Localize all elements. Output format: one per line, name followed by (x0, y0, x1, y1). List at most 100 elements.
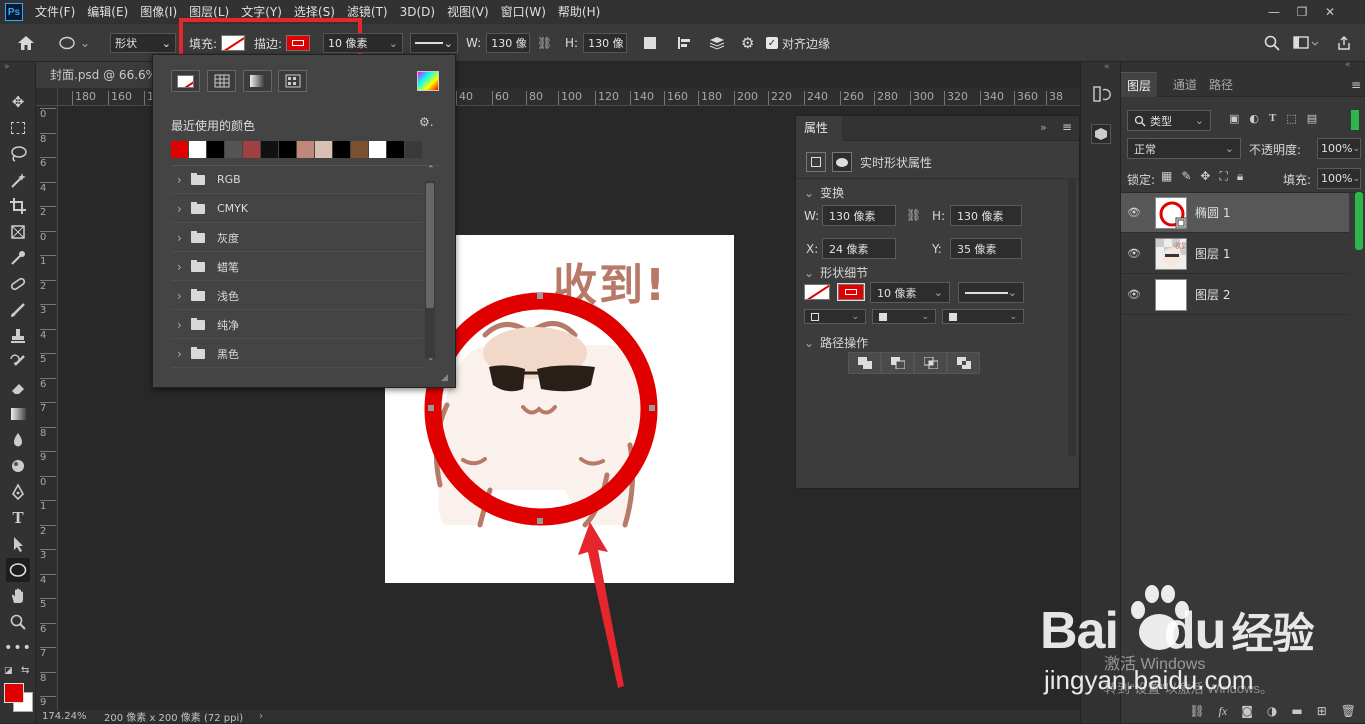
trash-icon[interactable]: 🗑︎ (1341, 704, 1356, 718)
layer-filter-select[interactable]: 类型 ⌄ (1127, 110, 1211, 131)
recent-color-swatch[interactable] (315, 141, 333, 158)
filter-adjustment-icon[interactable]: ◐ (1249, 112, 1259, 125)
properties-tab[interactable]: 属性 (796, 116, 842, 141)
search-icon[interactable] (1264, 24, 1280, 62)
history-panel-icon[interactable] (1091, 84, 1111, 108)
gradient-tool-icon[interactable] (6, 402, 30, 426)
fx-icon[interactable]: fx (1219, 704, 1228, 719)
link-icon[interactable]: ⛓ (537, 24, 552, 62)
3d-panel-icon[interactable] (1091, 124, 1111, 144)
align-edges-checkbox[interactable]: ✓ (766, 37, 778, 49)
shape-properties-icon[interactable] (806, 152, 826, 172)
gear-icon[interactable]: ⚙. (419, 115, 434, 129)
lasso-tool-icon[interactable] (6, 142, 30, 166)
home-icon[interactable] (16, 24, 36, 62)
menu-item-0[interactable]: 文件(F) (29, 0, 81, 24)
filter-type-icon[interactable]: T (1269, 112, 1276, 125)
swatch-folder[interactable]: › 灰度 (171, 224, 423, 252)
eyedropper-tool-icon[interactable] (6, 246, 30, 270)
swatch-folder[interactable]: › CMYK (171, 195, 423, 223)
lock-transparent-icon[interactable]: ▦ (1161, 169, 1172, 184)
recent-color-swatch[interactable] (279, 141, 297, 158)
y-field[interactable]: 35 像素 (950, 238, 1022, 259)
workspace-icon[interactable] (1293, 24, 1319, 62)
stroke-type-select[interactable]: ⌄ (958, 282, 1024, 303)
zoom-level[interactable]: 174.24% (42, 711, 98, 722)
lock-artboard-icon[interactable]: ⛶ (1219, 169, 1227, 184)
dodge-tool-icon[interactable] (6, 454, 30, 478)
swatch-folder[interactable]: › 浅色 (171, 282, 423, 310)
no-color-button[interactable] (171, 70, 200, 92)
pen-tool-icon[interactable] (6, 480, 30, 504)
healing-brush-tool-icon[interactable] (6, 272, 30, 296)
marquee-tool-icon[interactable] (6, 116, 30, 140)
swatch-folder[interactable]: › 纯净 (171, 311, 423, 339)
blend-mode-select[interactable]: 正常 ⌄ (1127, 138, 1241, 159)
magic-wand-tool-icon[interactable] (6, 168, 30, 192)
recent-color-swatch[interactable] (351, 141, 369, 158)
frame-tool-icon[interactable] (6, 220, 30, 244)
type-tool-icon[interactable]: T (6, 506, 30, 530)
link-icon[interactable]: ⛓ (1189, 704, 1204, 718)
link-icon[interactable]: ⛓ (906, 208, 921, 222)
gradient-button[interactable] (243, 70, 272, 92)
eraser-tool-icon[interactable] (6, 376, 30, 400)
resize-grip-icon[interactable]: ◢ (441, 373, 448, 383)
recent-color-swatch[interactable] (405, 141, 423, 158)
swatch-folder[interactable]: › 黑色 (171, 340, 423, 368)
recent-color-swatch[interactable] (225, 141, 243, 158)
document-tab[interactable]: 封面.psd @ 66.6% ( (36, 62, 154, 88)
move-tool-icon[interactable]: ✥ (6, 90, 30, 114)
foreground-color-swatch[interactable] (4, 683, 24, 703)
menu-item-2[interactable]: 图像(I) (134, 0, 183, 24)
shape-details-header[interactable]: ⌄ 形状细节 (804, 264, 868, 281)
folder-icon[interactable]: ▬ (1291, 704, 1302, 718)
stroke-type-select[interactable]: ⌄ (410, 33, 458, 53)
filter-shape-icon[interactable]: ⬚ (1286, 112, 1296, 125)
fill-swatch[interactable] (804, 284, 830, 300)
menu-item-9[interactable]: 窗口(W) (495, 0, 552, 24)
history-brush-tool-icon[interactable] (6, 350, 30, 374)
stroke-swatch[interactable] (837, 283, 865, 301)
collapse-icon[interactable]: » (1040, 121, 1047, 134)
recent-color-swatch[interactable] (171, 141, 189, 158)
color-picker-icon[interactable] (417, 71, 439, 91)
blur-tool-icon[interactable] (6, 428, 30, 452)
stroke-corners-select[interactable]: ⌄ (942, 309, 1024, 324)
path-operations-header[interactable]: ⌄ 路径操作 (804, 334, 868, 351)
brush-tool-icon[interactable] (6, 298, 30, 322)
stroke-align-select[interactable]: ⌄ (804, 309, 866, 324)
exclude-overlap-button[interactable] (947, 352, 980, 374)
more-tools-icon[interactable]: ••• (4, 636, 31, 660)
stroke-caps-select[interactable]: ⌄ (872, 309, 936, 324)
recent-color-swatch[interactable] (387, 141, 405, 158)
solid-color-button[interactable] (207, 70, 236, 92)
minimize-button[interactable]: — (1260, 5, 1288, 19)
chevron-right-icon[interactable]: › (259, 711, 263, 722)
layer-row[interactable]: 👁︎ 收到 图层 1 (1121, 234, 1349, 274)
subtract-shape-button[interactable] (881, 352, 914, 374)
layers-scrollbar[interactable] (1355, 192, 1363, 250)
eye-icon[interactable]: 👁︎ (1121, 247, 1147, 260)
menu-item-7[interactable]: 3D(D) (394, 0, 441, 24)
filter-toggle[interactable] (1351, 110, 1359, 130)
menu-item-10[interactable]: 帮助(H) (552, 0, 606, 24)
close-button[interactable]: ✕ (1316, 5, 1344, 19)
scrollbar-track[interactable] (425, 181, 435, 359)
stamp-tool-icon[interactable] (6, 324, 30, 348)
tab-layers[interactable]: 图层 (1121, 72, 1158, 97)
zoom-tool-icon[interactable] (6, 610, 30, 634)
tool-mode-select[interactable]: 形状 ⌄ (110, 33, 176, 53)
layer-row[interactable]: 👁︎ 椭圆 1 (1121, 193, 1349, 233)
path-selection-tool-icon[interactable] (6, 532, 30, 556)
pattern-button[interactable] (278, 70, 307, 92)
recent-color-swatch[interactable] (333, 141, 351, 158)
share-icon[interactable] (1336, 24, 1352, 62)
stroke-width-field[interactable]: 10 像素 ⌄ (323, 33, 403, 53)
combine-shapes-button[interactable] (848, 352, 881, 374)
path-operations-icon[interactable] (644, 24, 656, 62)
panel-menu-icon[interactable]: ≡ (1062, 120, 1072, 134)
recent-color-swatch[interactable] (207, 141, 225, 158)
recent-color-swatch[interactable] (261, 141, 279, 158)
mask-icon[interactable]: ◙ (1241, 704, 1253, 718)
